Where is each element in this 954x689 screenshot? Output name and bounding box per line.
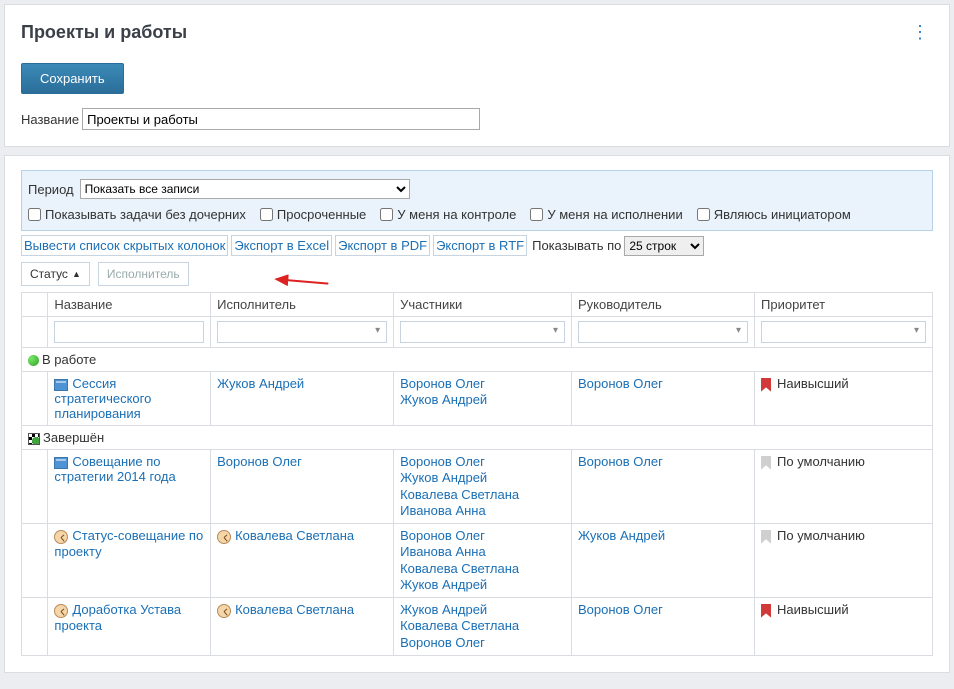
period-label: Период — [28, 182, 74, 197]
task-name-link[interactable]: Доработка Устава проекта — [54, 602, 181, 633]
cb-initiator-input[interactable] — [697, 208, 710, 221]
priority-label: Наивысший — [777, 376, 849, 391]
table-row: Доработка Устава проекта Ковалева Светлан… — [22, 598, 933, 656]
filter-executor-dd[interactable] — [217, 321, 387, 343]
clock-icon — [217, 530, 231, 544]
sort-asc-icon: ▲ — [72, 269, 81, 279]
cb-overdue[interactable]: Просроченные — [260, 207, 366, 222]
cb-initiator[interactable]: Являюсь инициатором — [697, 207, 851, 222]
status-done-icon — [28, 433, 40, 445]
tasks-table: Название Исполнитель Участники Руководит… — [21, 292, 933, 656]
records-per-page-select[interactable]: 25 строк — [624, 236, 704, 256]
export-pdf-link[interactable]: Экспорт в PDF — [335, 235, 430, 256]
grid-toolbar: Вывести список скрытых колонок Экспорт в… — [21, 235, 933, 256]
table-row: Статус-совещание по проекту Ковалева Свет… — [22, 524, 933, 598]
show-hidden-cols-link[interactable]: Вывести список скрытых колонок — [21, 235, 228, 256]
filter-name-input[interactable] — [54, 321, 204, 343]
participant-link[interactable]: Воронов Олег — [400, 376, 565, 392]
priority-bookmark-icon — [761, 604, 771, 618]
priority-label: По умолчанию — [777, 528, 865, 543]
participant-link[interactable]: Жуков Андрей — [400, 392, 565, 408]
priority-bookmark-icon — [761, 378, 771, 392]
filter-panel: Период Показать все записи Показывать за… — [21, 170, 933, 231]
participant-link[interactable]: Воронов Олег — [400, 528, 565, 544]
clock-icon — [217, 604, 231, 618]
priority-label: Наивысший — [777, 602, 849, 617]
save-button[interactable]: Сохранить — [21, 63, 124, 94]
export-excel-link[interactable]: Экспорт в Excel — [231, 235, 332, 256]
calendar-icon — [54, 457, 68, 469]
name-input[interactable] — [82, 108, 480, 130]
header-row: Название Исполнитель Участники Руководит… — [22, 293, 933, 317]
cb-my-exec[interactable]: У меня на исполнении — [530, 207, 682, 222]
status-active-icon — [28, 355, 39, 366]
group-row[interactable]: В работе — [22, 348, 933, 372]
participant-link[interactable]: Жуков Андрей — [400, 577, 565, 593]
task-name-link[interactable]: Совещание по стратегии 2014 года — [54, 454, 175, 484]
group-chip-placeholder[interactable]: Исполнитель — [98, 262, 189, 286]
executor-link[interactable]: Ковалева Светлана — [235, 528, 354, 543]
group-row[interactable]: Завершён — [22, 426, 933, 450]
export-rtf-link[interactable]: Экспорт в RTF — [433, 235, 527, 256]
kebab-menu-icon[interactable]: ⋮ — [907, 19, 933, 45]
group-status-label: В работе — [42, 352, 96, 367]
clock-icon — [54, 530, 68, 544]
participant-link[interactable]: Воронов Олег — [400, 635, 565, 651]
priority-label: По умолчанию — [777, 454, 865, 469]
filter-leader-dd[interactable] — [578, 321, 748, 343]
cb-my-control[interactable]: У меня на контроле — [380, 207, 516, 222]
filter-priority-dd[interactable] — [761, 321, 926, 343]
group-status-label: Завершён — [43, 430, 104, 445]
col-priority[interactable]: Приоритет — [755, 293, 933, 317]
participant-link[interactable]: Жуков Андрей — [400, 602, 565, 618]
name-label: Название — [21, 112, 79, 127]
executor-link[interactable]: Ковалева Светлана — [235, 602, 354, 617]
leader-link[interactable]: Воронов Олег — [578, 602, 663, 617]
cb-no-children[interactable]: Показывать задачи без дочерних — [28, 207, 246, 222]
executor-link[interactable]: Воронов Олег — [217, 454, 302, 469]
cb-my-exec-input[interactable] — [530, 208, 543, 221]
col-participants[interactable]: Участники — [394, 293, 572, 317]
filter-row — [22, 317, 933, 348]
participant-link[interactable]: Воронов Олег — [400, 454, 565, 470]
leader-link[interactable]: Воронов Олег — [578, 376, 663, 391]
participant-link[interactable]: Ковалева Светлана — [400, 618, 565, 634]
executor-link[interactable]: Жуков Андрей — [217, 376, 304, 391]
cb-my-control-input[interactable] — [380, 208, 393, 221]
priority-bookmark-icon — [761, 456, 771, 470]
col-executor[interactable]: Исполнитель — [211, 293, 394, 317]
page-title: Проекты и работы — [21, 22, 187, 43]
participant-link[interactable]: Ковалева Светлана — [400, 487, 565, 503]
col-leader[interactable]: Руководитель — [572, 293, 755, 317]
show-by-label: Показывать по — [532, 238, 621, 253]
col-name[interactable]: Название — [48, 293, 211, 317]
participant-link[interactable]: Ковалева Светлана — [400, 561, 565, 577]
participant-link[interactable]: Иванова Анна — [400, 503, 565, 519]
priority-bookmark-icon — [761, 530, 771, 544]
leader-link[interactable]: Воронов Олег — [578, 454, 663, 469]
settings-card: Проекты и работы ⋮ Сохранить Название — [4, 4, 950, 147]
cb-no-children-input[interactable] — [28, 208, 41, 221]
cb-overdue-input[interactable] — [260, 208, 273, 221]
data-card: Период Показать все записи Показывать за… — [4, 155, 950, 673]
leader-link[interactable]: Жуков Андрей — [578, 528, 665, 543]
grouping-bar: Статус ▲ Исполнитель — [21, 262, 933, 286]
table-row: Сессия стратегического планирования Жуков… — [22, 372, 933, 426]
task-name-link[interactable]: Сессия стратегического планирования — [54, 376, 151, 421]
calendar-icon — [54, 379, 68, 391]
table-row: Совещание по стратегии 2014 года Воронов … — [22, 450, 933, 524]
filter-participants-dd[interactable] — [400, 321, 565, 343]
participant-link[interactable]: Иванова Анна — [400, 544, 565, 560]
period-select[interactable]: Показать все записи — [80, 179, 410, 199]
participant-link[interactable]: Жуков Андрей — [400, 470, 565, 486]
task-name-link[interactable]: Статус-совещание по проекту — [54, 528, 203, 559]
group-chip-status[interactable]: Статус ▲ — [21, 262, 90, 286]
clock-icon — [54, 604, 68, 618]
